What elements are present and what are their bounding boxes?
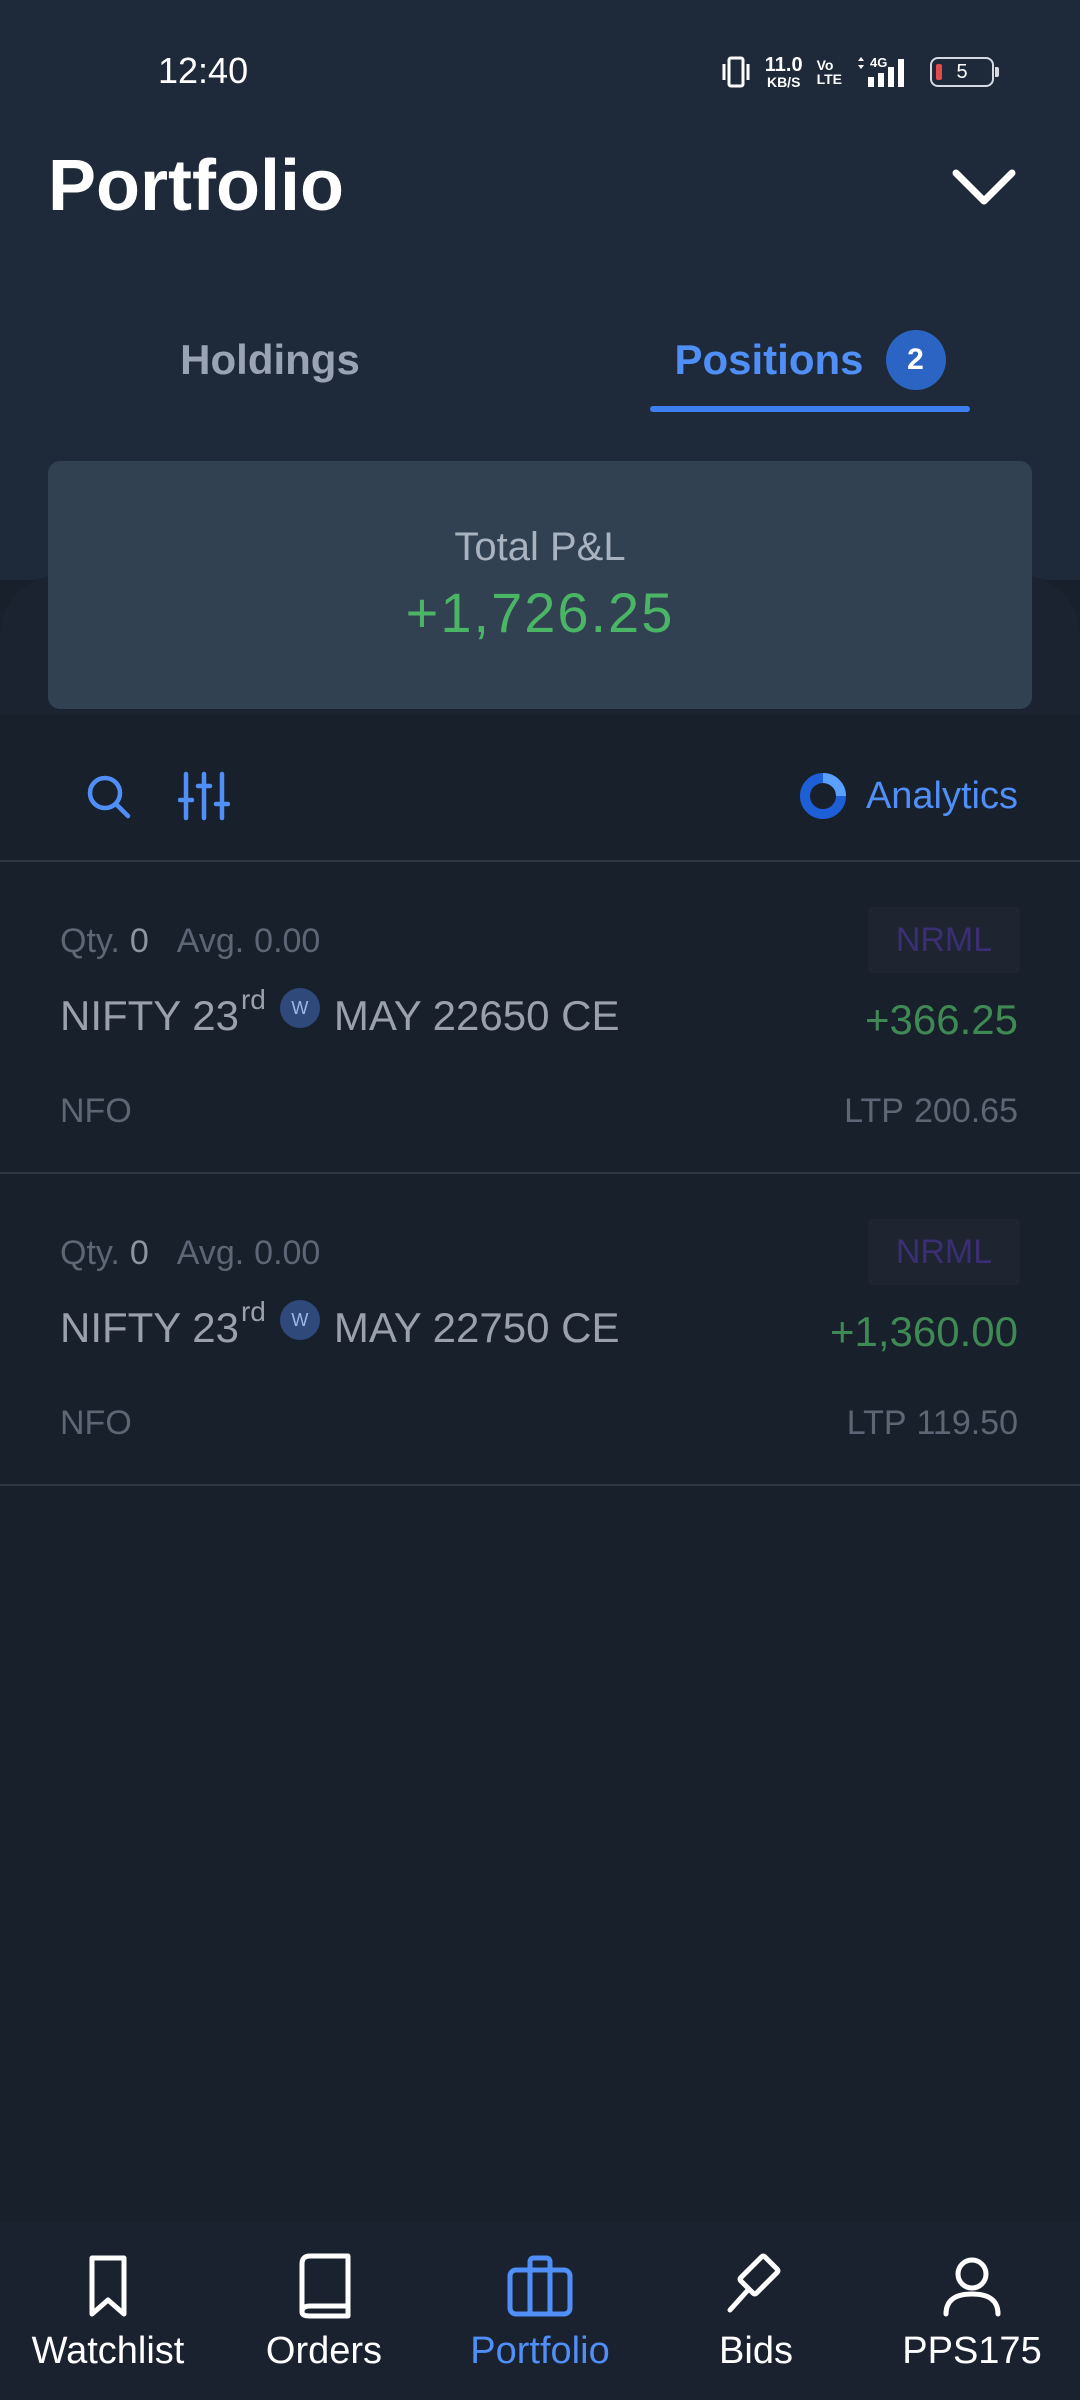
- ltp-label: LTP: [846, 1404, 907, 1442]
- volte-indicator: Vo LTE: [817, 58, 842, 86]
- position-row[interactable]: Qty. 0 Avg. 0.00 NRML NIFTY 23rd W MAY 22750 …: [0, 1174, 1080, 1484]
- avg-label: Avg.: [176, 922, 245, 960]
- position-symbol: NIFTY 23rd W MAY 22750 CE: [60, 1296, 620, 1352]
- gavel-icon: [727, 2253, 781, 2313]
- user-icon: [943, 2257, 1001, 2317]
- total-pnl-card: Total P&L +1,726.25: [48, 461, 1032, 709]
- bookmark-icon: [89, 2255, 127, 2317]
- analytics-icon: [799, 773, 846, 819]
- status-time: 12:40: [158, 50, 249, 91]
- position-symbol: NIFTY 23rd W MAY 22650 CE: [60, 984, 620, 1040]
- divider: [0, 1484, 1080, 1486]
- ltp-label: LTP: [844, 1092, 904, 1130]
- battery-icon: 5: [930, 57, 999, 87]
- position-pnl: +366.25: [865, 996, 1018, 1043]
- ltp-value: 119.50: [916, 1404, 1018, 1442]
- network-type: 4G: [870, 55, 887, 70]
- position-exchange: NFO: [60, 1092, 132, 1130]
- network-speed: 11.0 KB/S: [765, 55, 803, 89]
- nav-orders-label: Orders: [265, 2330, 383, 2372]
- nav-bids[interactable]: Bids: [648, 2222, 864, 2400]
- network-speed-unit: KB/S: [766, 74, 801, 90]
- symbol-prefix: NIFTY 23: [60, 992, 239, 1039]
- position-row[interactable]: Qty. 0 Avg. 0.00 NRML NIFTY 23rd W MAY 22650 …: [0, 862, 1080, 1172]
- analytics-label: Analytics: [865, 774, 1018, 817]
- ltp-value: 200.65: [914, 1092, 1018, 1130]
- active-tab-indicator: [650, 406, 970, 412]
- book-icon: [299, 2253, 351, 2319]
- filter-sliders-icon[interactable]: [178, 770, 230, 822]
- tab-positions-label: Positions: [674, 336, 864, 383]
- position-exchange: NFO: [60, 1404, 132, 1442]
- product-type-badge: NRML: [868, 1219, 1020, 1285]
- tab-holdings-label: Holdings: [180, 336, 360, 383]
- briefcase-icon: [507, 2255, 573, 2317]
- total-pnl-value: +1,726.25: [405, 581, 675, 644]
- total-pnl-label: Total P&L: [454, 525, 626, 569]
- weekly-expiry-badge: W: [279, 1300, 320, 1340]
- position-ltp: LTP 200.65: [844, 1092, 1018, 1131]
- chevron-down-icon[interactable]: [950, 165, 1018, 209]
- position-qty-avg: Qty. 0 Avg. 0.00: [60, 922, 320, 961]
- position-qty-avg: Qty. 0 Avg. 0.00: [60, 1234, 320, 1273]
- positions-count-badge: 2: [885, 330, 946, 390]
- qty-value: 0: [129, 922, 149, 960]
- position-ltp: LTP 119.50: [847, 1404, 1018, 1443]
- signal-icon: 4G: [858, 55, 904, 87]
- search-icon[interactable]: [84, 772, 132, 820]
- positions-toolbar: Analytics: [0, 740, 1080, 862]
- avg-value: 0.00: [254, 1234, 321, 1272]
- symbol-ordinal: rd: [240, 984, 266, 1015]
- app-root: 12:40 11.0 KB/S Vo LTE 4G 5 Portfolio Ho…: [0, 0, 1080, 2400]
- page-title: Portfolio: [48, 146, 344, 226]
- bottom-nav: Watchlist Orders Portfolio Bids PPS175: [0, 2222, 1080, 2400]
- nav-watchlist-label: Watchlist: [31, 2330, 185, 2372]
- nav-bids-label: Bids: [719, 2330, 793, 2372]
- network-speed-value: 11.0: [764, 54, 803, 76]
- nav-watchlist[interactable]: Watchlist: [0, 2222, 216, 2400]
- tab-holdings[interactable]: Holdings: [90, 310, 450, 410]
- symbol-prefix: NIFTY 23: [60, 1304, 239, 1351]
- qty-value: 0: [129, 1234, 149, 1272]
- nav-profile[interactable]: PPS175: [864, 2222, 1080, 2400]
- symbol-rest: MAY 22650 CE: [333, 992, 620, 1039]
- symbol-ordinal: rd: [240, 1296, 266, 1327]
- battery-level: 5: [956, 60, 968, 83]
- tab-positions[interactable]: Positions 2: [650, 310, 970, 410]
- nav-profile-label: PPS175: [902, 2330, 1042, 2372]
- weekly-expiry-badge: W: [279, 988, 320, 1028]
- status-icons: 11.0 KB/S Vo LTE 4G 5: [721, 52, 999, 92]
- nav-portfolio-label: Portfolio: [470, 2330, 610, 2372]
- avg-label: Avg.: [176, 1234, 245, 1272]
- analytics-button[interactable]: Analytics: [798, 768, 1018, 824]
- vibrate-icon: [722, 56, 750, 88]
- position-pnl: +1,360.00: [829, 1308, 1018, 1355]
- nav-portfolio[interactable]: Portfolio: [432, 2222, 648, 2400]
- qty-label: Qty.: [60, 1234, 120, 1272]
- nav-orders[interactable]: Orders: [216, 2222, 432, 2400]
- product-type-badge: NRML: [868, 907, 1020, 973]
- volte-bottom: LTE: [816, 71, 842, 87]
- volte-top: Vo: [816, 57, 834, 73]
- avg-value: 0.00: [254, 922, 321, 960]
- symbol-rest: MAY 22750 CE: [333, 1304, 620, 1351]
- status-bar: 12:40 11.0 KB/S Vo LTE 4G 5: [0, 0, 1080, 140]
- qty-label: Qty.: [60, 922, 120, 960]
